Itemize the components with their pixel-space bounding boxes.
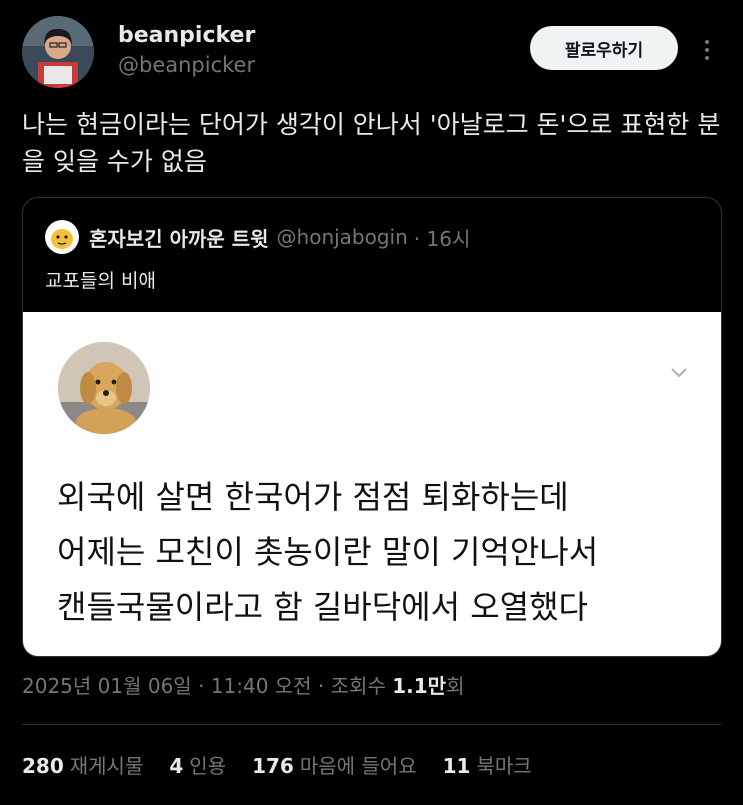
retweets-stat[interactable]: 280 재게시물 <box>22 750 143 779</box>
follow-button[interactable]: 팔로우하기 <box>530 26 678 70</box>
dog-avatar-image <box>58 342 150 434</box>
quotes-label: 인용 <box>189 754 227 778</box>
quoted-tweet[interactable]: 혼자보긴 아까운 트윗 @honjabogin · 16시 교포들의 비애 외국… <box>22 197 722 657</box>
quotes-stat[interactable]: 4 인용 <box>169 750 226 779</box>
engagement-stats: 280 재게시물 4 인용 176 마음에 들어요 11 북마크 <box>22 750 558 779</box>
tweet-timestamp: 2025년 01월 06일 · 11:40 오전 · 조회수 1.1만회 <box>22 670 464 699</box>
quoted-tweet-time: · 16시 <box>413 226 471 251</box>
image-text-line: 어제는 모친이 촛농이란 말이 기억안나서 <box>57 533 599 571</box>
tweet-header: beanpicker @beanpicker 팔로우하기 <box>22 16 722 88</box>
view-count: 1.1만 <box>392 674 447 698</box>
author-handle[interactable]: @beanpicker <box>118 50 255 80</box>
view-count-suffix: 회 <box>446 674 465 698</box>
likes-stat[interactable]: 176 마음에 들어요 <box>252 750 417 779</box>
retweets-count: 280 <box>22 754 64 778</box>
author-avatar[interactable] <box>22 16 94 88</box>
likes-label: 마음에 들어요 <box>299 754 417 778</box>
chevron-down-icon[interactable] <box>669 366 689 380</box>
timestamp-date[interactable]: 2025년 01월 06일 · 11:40 오전 · 조회수 <box>22 674 392 698</box>
divider <box>22 724 721 725</box>
quoted-tweet-image[interactable]: 외국에 살면 한국어가 점점 퇴화하는데 어제는 모친이 촛농이란 말이 기억안… <box>23 312 721 656</box>
quoted-author-name[interactable]: 혼자보긴 아까운 트윗 <box>89 223 269 252</box>
image-text-line: 외국에 살면 한국어가 점점 퇴화하는데 <box>57 478 569 516</box>
image-text-line: 캔들국물이라고 함 길바닥에서 오열했다 <box>57 588 588 626</box>
retweets-label: 재게시물 <box>69 754 144 778</box>
quoted-tweet-text: 교포들의 비애 <box>45 270 156 292</box>
bookmarks-label: 북마크 <box>476 754 532 778</box>
quotes-count: 4 <box>169 754 184 778</box>
quoted-author-handle[interactable]: @honjabogin <box>277 225 408 249</box>
bookmarks-stat[interactable]: 11 북마크 <box>443 750 532 779</box>
author-names: beanpicker @beanpicker <box>118 22 255 80</box>
more-options-icon[interactable] <box>698 36 716 62</box>
quoted-author-avatar[interactable] <box>45 220 79 254</box>
likes-count: 176 <box>252 754 294 778</box>
bookmarks-count: 11 <box>442 754 471 778</box>
image-text: 외국에 살면 한국어가 점점 퇴화하는데 어제는 모친이 촛농이란 말이 기억안… <box>57 470 707 635</box>
quoted-tweet-header: 혼자보긴 아까운 트윗 @honjabogin · 16시 <box>45 220 470 254</box>
author-display-name[interactable]: beanpicker <box>118 22 255 50</box>
tweet-text: 나는 현금이라는 단어가 생각이 안나서 '아날로그 돈'으로 표현한 분을 잊… <box>22 110 721 176</box>
